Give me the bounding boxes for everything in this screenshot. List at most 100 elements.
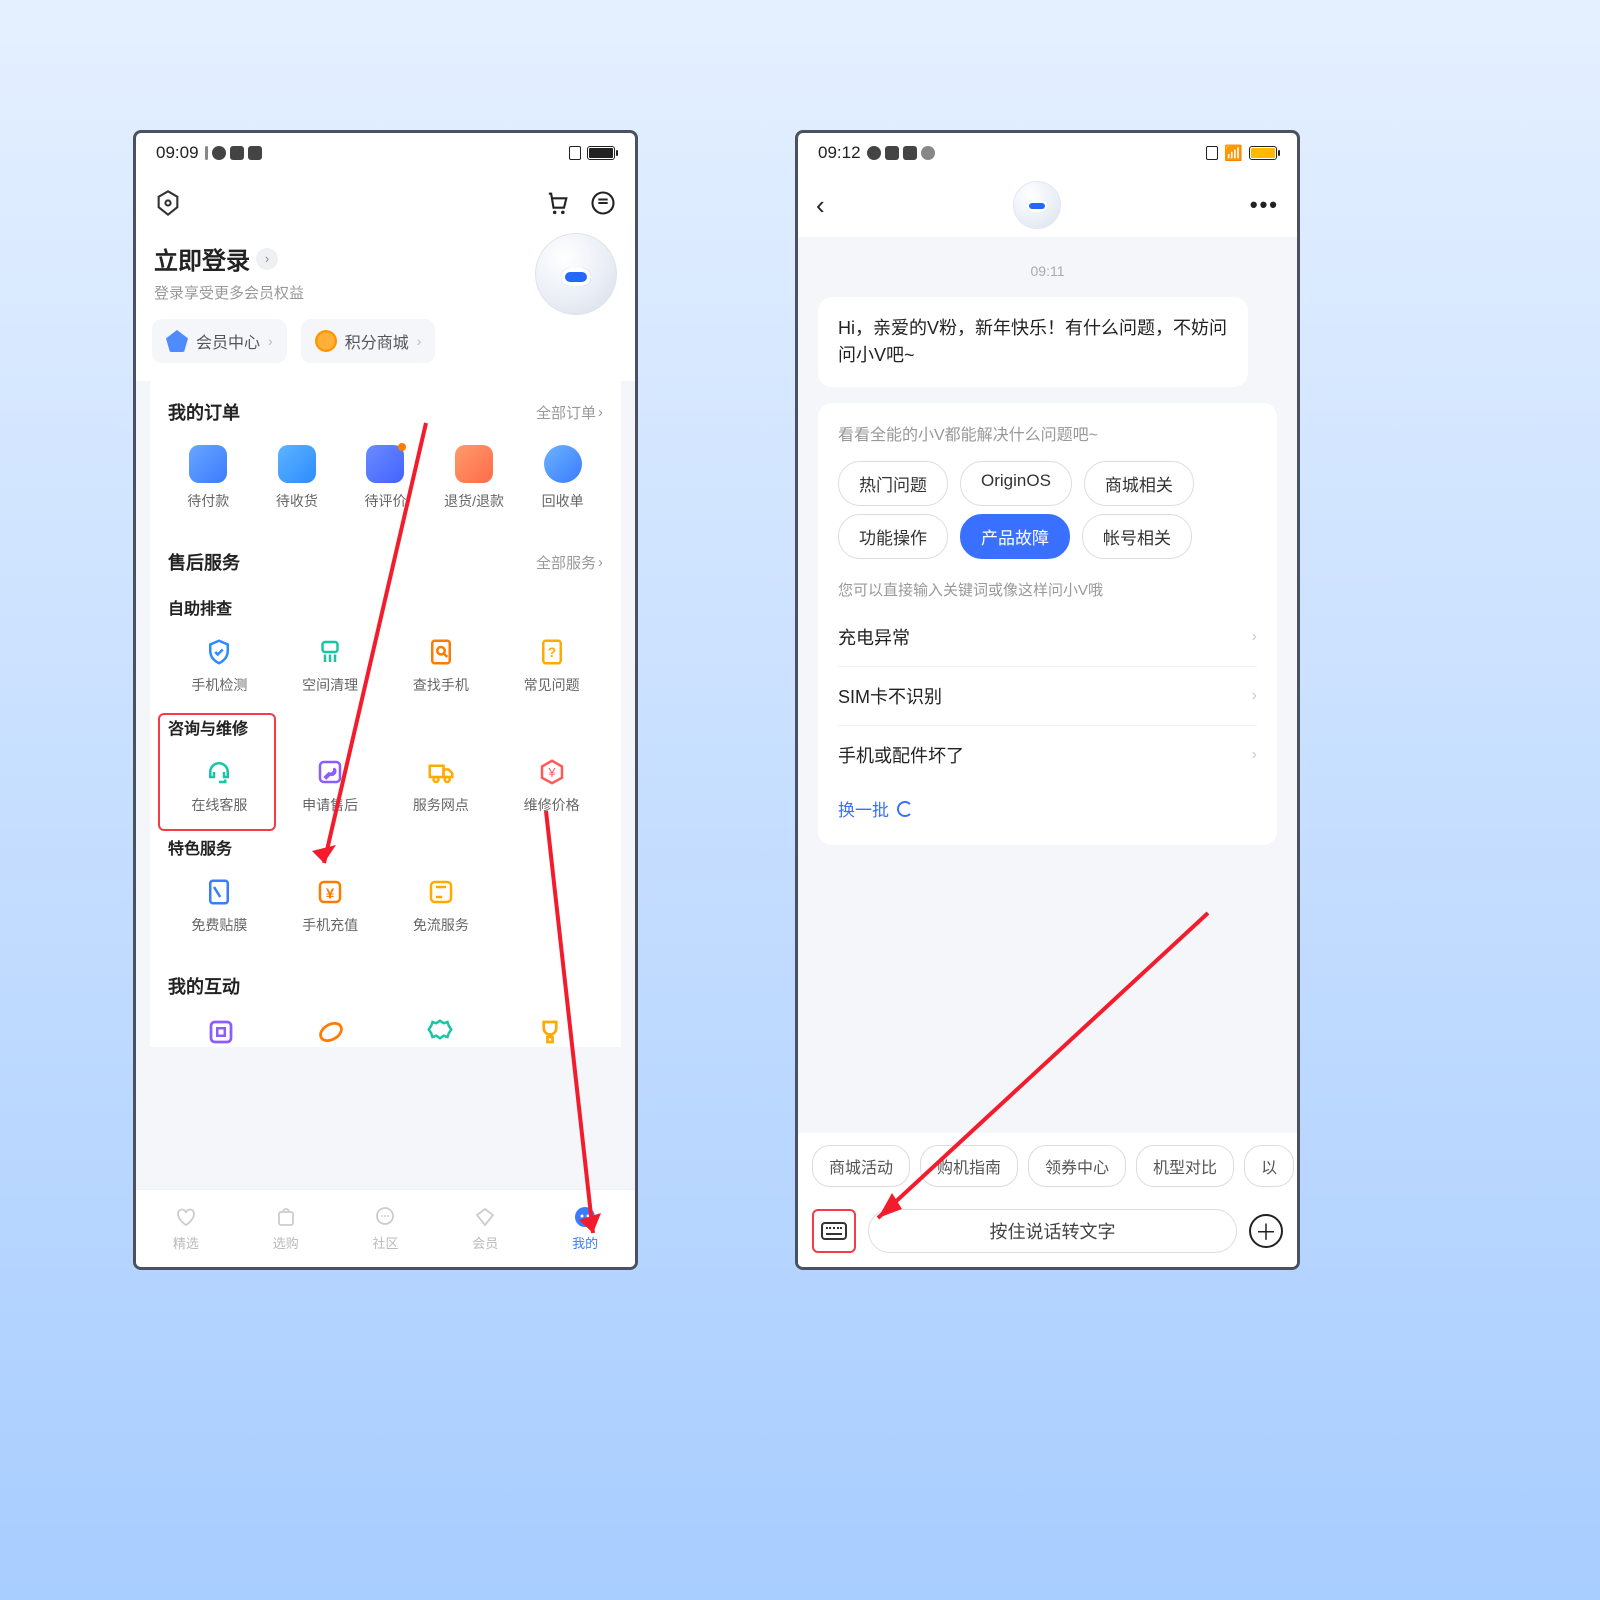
pill-icon [316, 1017, 346, 1047]
sim-icon [1206, 146, 1218, 160]
online-service[interactable]: 在线客服 [164, 751, 275, 829]
nav-shop[interactable]: 选购 [236, 1190, 336, 1267]
status-bar: 09:09 [136, 133, 635, 173]
pill-originos[interactable]: OriginOS [960, 461, 1072, 506]
self-check-phone[interactable]: 手机检测 [164, 631, 275, 709]
subsection-title: 特色服务 [164, 829, 607, 871]
card-hint: 看看全能的小V都能解决什么问题吧~ [838, 421, 1257, 445]
interact-item[interactable] [166, 1011, 276, 1047]
pill-function[interactable]: 功能操作 [838, 514, 948, 559]
order-pending-review[interactable]: 待评价 [341, 439, 430, 525]
search-doc-icon [426, 637, 456, 667]
svg-text:¥: ¥ [326, 885, 335, 902]
orders-section: 我的订单 全部订单 › 待付款 待收货 待评价 退货/退款 回收单 [150, 381, 621, 533]
status-icon [230, 146, 244, 160]
cart-icon[interactable] [543, 189, 571, 217]
data-icon [426, 877, 456, 907]
bot-avatar[interactable] [1013, 181, 1061, 229]
suggestion-row[interactable]: 商城活动 购机指南 领券中心 机型对比 以 [798, 1133, 1297, 1199]
points-mall-chip[interactable]: 积分商城› [301, 319, 436, 363]
status-time: 09:12 [818, 143, 861, 163]
nav-community[interactable]: 社区 [336, 1190, 436, 1267]
nav-mine[interactable]: 我的 [535, 1190, 635, 1267]
top-bar [136, 173, 635, 233]
keyboard-toggle[interactable] [812, 1209, 856, 1253]
order-pending-receive[interactable]: 待收货 [253, 439, 342, 525]
member-center-chip[interactable]: 会员中心› [152, 319, 287, 363]
pill-account[interactable]: 帐号相关 [1082, 514, 1192, 559]
more-button[interactable]: ••• [1250, 192, 1279, 218]
aftersale-section: 售后服务 全部服务 › 自助排查 手机检测 空间清理 查找手机 ?常见问题 咨询… [150, 533, 621, 957]
phone-recharge[interactable]: ¥手机充值 [275, 871, 386, 949]
nav-member[interactable]: 会员 [435, 1190, 535, 1267]
interact-item[interactable] [276, 1011, 386, 1047]
voice-input[interactable]: 按住说话转文字 [868, 1209, 1237, 1253]
login-block: 立即登录 › 登录享受更多会员权益 [136, 233, 635, 319]
self-find-phone[interactable]: 查找手机 [386, 631, 497, 709]
question-broken[interactable]: 手机或配件坏了› [838, 725, 1257, 784]
wifi-icon: 📶 [1224, 144, 1243, 162]
pill-hot[interactable]: 热门问题 [838, 461, 948, 506]
status-icon [903, 146, 917, 160]
status-icon [248, 146, 262, 160]
badge-icon [425, 1017, 455, 1047]
order-pending-pay[interactable]: 待付款 [164, 439, 253, 525]
refresh-button[interactable]: 换一批 [838, 784, 1257, 825]
section-title: 我的互动 [168, 973, 240, 999]
service-outlets[interactable]: 服务网点 [386, 751, 497, 829]
repair-price[interactable]: ¥维修价格 [496, 751, 607, 829]
pill-fault[interactable]: 产品故障 [960, 514, 1070, 559]
price-hex-icon: ¥ [537, 757, 567, 787]
suggestion-chip[interactable]: 机型对比 [1136, 1145, 1234, 1187]
battery-icon [587, 146, 615, 160]
self-clean-space[interactable]: 空间清理 [275, 631, 386, 709]
chips-row: 会员中心› 积分商城› [136, 319, 635, 381]
phone-left: 09:09 立即登录 › 登录享受更多会员权益 [133, 130, 638, 1270]
shield-icon [204, 637, 234, 667]
subsection-title: 自助排查 [164, 589, 607, 631]
status-bar: 09:12 📶 [798, 133, 1297, 173]
heart-icon [173, 1205, 199, 1229]
order-refund[interactable]: 退货/退款 [430, 439, 519, 525]
question-sim[interactable]: SIM卡不识别› [838, 666, 1257, 725]
battery-icon [1249, 146, 1277, 160]
status-icon [921, 146, 935, 160]
status-icon [885, 146, 899, 160]
message-icon[interactable] [589, 189, 617, 217]
all-service-link[interactable]: 全部服务 › [536, 552, 603, 573]
back-button[interactable]: ‹ [816, 190, 825, 221]
star-icon [315, 330, 337, 352]
chevron-right-icon: › [1252, 746, 1257, 764]
suggestion-chip[interactable]: 购机指南 [920, 1145, 1018, 1187]
face-icon [572, 1205, 598, 1229]
apply-aftersale[interactable]: 申请售后 [275, 751, 386, 829]
interact-item[interactable] [495, 1011, 605, 1047]
chevron-right-icon: › [1252, 687, 1257, 705]
suggestion-chip[interactable]: 领券中心 [1028, 1145, 1126, 1187]
suggestion-chip[interactable]: 商城活动 [812, 1145, 910, 1187]
refund-icon [455, 445, 493, 483]
phone-right: 09:12 📶 ‹ ••• 09:11 Hi，亲爱的V粉，新年快乐！有什么问题，… [795, 130, 1300, 1270]
bag-icon [273, 1205, 299, 1229]
plus-button[interactable]: ＋ [1249, 1214, 1283, 1248]
avatar[interactable] [535, 233, 617, 315]
question-charging[interactable]: 充电异常› [838, 608, 1257, 666]
free-data[interactable]: 免流服务 [386, 871, 497, 949]
pill-mall[interactable]: 商城相关 [1084, 461, 1194, 506]
suggestion-chip[interactable]: 以 [1244, 1145, 1294, 1187]
nav-featured[interactable]: 精选 [136, 1190, 236, 1267]
section-title: 我的订单 [168, 399, 240, 425]
self-faq[interactable]: ?常见问题 [496, 631, 607, 709]
order-recycle[interactable]: 回收单 [518, 439, 607, 525]
free-film[interactable]: 免费贴膜 [164, 871, 275, 949]
trophy-icon [535, 1017, 565, 1047]
settings-hex-icon[interactable] [154, 189, 182, 217]
chat-topbar: ‹ ••• [798, 173, 1297, 237]
refresh-icon [897, 801, 913, 817]
sim-icon [569, 146, 581, 160]
status-time: 09:09 [156, 143, 199, 163]
card-hint2: 您可以直接输入关键词或像这样问小V哦 [838, 579, 1257, 600]
headset-icon [204, 757, 234, 787]
interact-item[interactable] [386, 1011, 496, 1047]
all-orders-link[interactable]: 全部订单 › [536, 402, 603, 423]
